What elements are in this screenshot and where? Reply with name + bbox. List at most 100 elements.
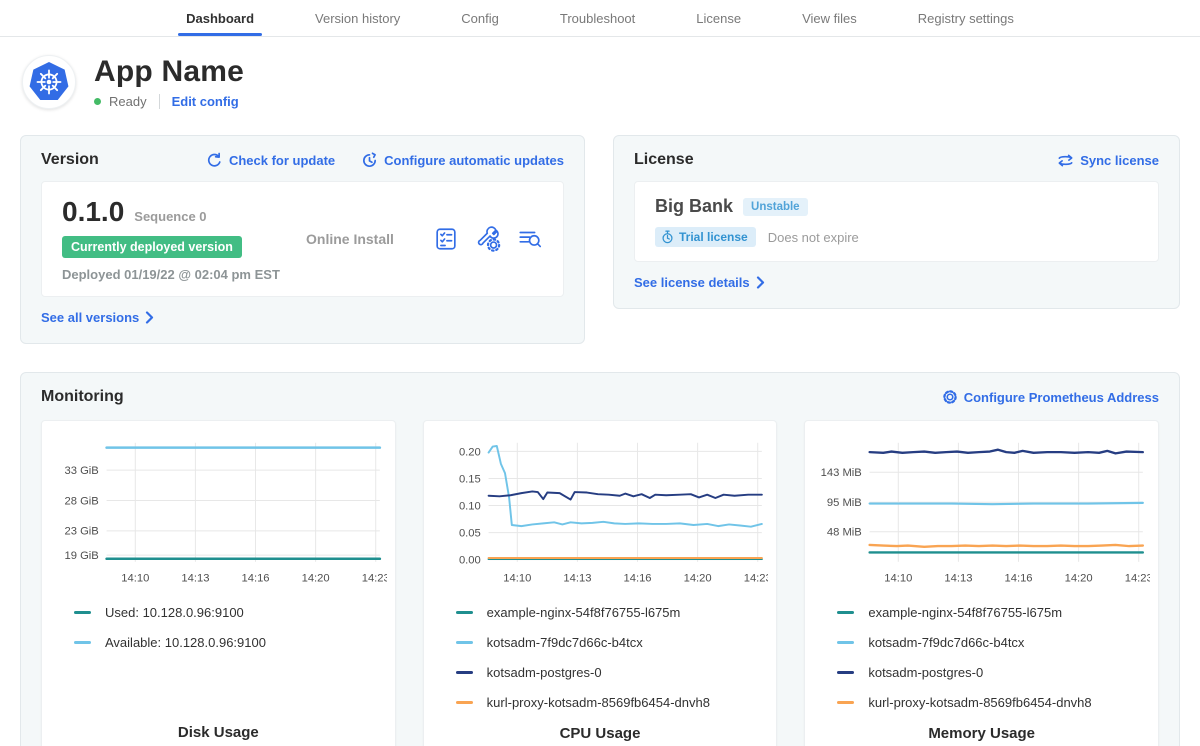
channel-badge: Unstable [743, 198, 808, 216]
svg-text:14:10: 14:10 [885, 572, 913, 584]
tab-view-files[interactable]: View files [800, 0, 859, 36]
svg-text:0.10: 0.10 [459, 500, 481, 512]
legend-label: example-nginx-54f8f76755-l675m [868, 605, 1062, 620]
svg-text:14:13: 14:13 [181, 572, 209, 584]
svg-text:0.00: 0.00 [459, 555, 481, 567]
svg-text:14:23: 14:23 [1125, 572, 1150, 584]
configure-wrench-icon[interactable] [475, 226, 501, 252]
sync-license-link[interactable]: Sync license [1057, 152, 1159, 169]
svg-text:14:10: 14:10 [503, 572, 531, 584]
svg-text:0.05: 0.05 [459, 527, 481, 539]
kubernetes-logo-icon [22, 55, 76, 109]
legend-label: Used: 10.128.0.96:9100 [105, 605, 244, 620]
legend-color-dash [74, 611, 91, 614]
svg-text:14:16: 14:16 [623, 572, 651, 584]
legend-color-dash [456, 671, 473, 674]
refresh-icon [206, 152, 223, 169]
legend-item: kotsadm-postgres-0 [456, 665, 769, 680]
license-heading: License [634, 151, 694, 169]
tab-troubleshoot[interactable]: Troubleshoot [558, 0, 637, 36]
legend-label: example-nginx-54f8f76755-l675m [487, 605, 681, 620]
version-card: Version Check for update [20, 135, 585, 344]
legend-item: kurl-proxy-kotsadm-8569fb6454-dnvh8 [456, 695, 769, 710]
legend-item: kotsadm-7f9dc7d66c-b4tcx [837, 635, 1150, 650]
legend-color-dash [456, 701, 473, 704]
legend-label: kotsadm-postgres-0 [868, 665, 983, 680]
svg-text:14:16: 14:16 [1005, 572, 1033, 584]
app-title: App Name [94, 55, 244, 89]
see-license-details-link[interactable]: See license details [634, 275, 765, 290]
tab-config[interactable]: Config [459, 0, 501, 36]
legend-item: Used: 10.128.0.96:9100 [74, 605, 387, 620]
svg-text:14:20: 14:20 [1065, 572, 1093, 584]
dashboard-main: App Name Ready Edit config Version [0, 37, 1200, 746]
edit-config-link[interactable]: Edit config [172, 94, 239, 109]
tab-license[interactable]: License [694, 0, 743, 36]
svg-text:14:20: 14:20 [302, 572, 330, 584]
legend-color-dash [837, 641, 854, 644]
divider [159, 94, 160, 109]
svg-text:95 MiB: 95 MiB [827, 497, 862, 509]
sync-arrows-icon [1057, 152, 1074, 169]
memory-usage-plot: 48 MiB95 MiB143 MiB14:1014:1314:1614:201… [813, 433, 1150, 595]
monitoring-heading: Monitoring [41, 388, 124, 406]
configure-prometheus-link[interactable]: Configure Prometheus Address [942, 389, 1159, 405]
configure-automatic-updates-link[interactable]: Configure automatic updates [361, 152, 564, 169]
svg-text:28 GiB: 28 GiB [64, 495, 98, 507]
legend-item: example-nginx-54f8f76755-l675m [837, 605, 1150, 620]
legend-label: kurl-proxy-kotsadm-8569fb6454-dnvh8 [487, 695, 710, 710]
app-header: App Name Ready Edit config [20, 55, 1180, 109]
ready-status-dot [94, 98, 101, 105]
svg-text:14:23: 14:23 [743, 572, 768, 584]
svg-text:0.15: 0.15 [459, 473, 481, 485]
legend-color-dash [837, 701, 854, 704]
clock-refresh-icon [361, 152, 378, 169]
deploy-logs-icon[interactable] [517, 226, 543, 252]
legend-label: kotsadm-7f9dc7d66c-b4tcx [487, 635, 643, 650]
top-nav: Dashboard Version history Config Troublesho… [0, 0, 1200, 37]
tab-dashboard[interactable]: Dashboard [184, 0, 256, 36]
legend-item: Available: 10.128.0.96:9100 [74, 635, 387, 650]
chevron-right-icon [145, 311, 154, 324]
legend-label: kurl-proxy-kotsadm-8569fb6454-dnvh8 [868, 695, 1091, 710]
legend-item: example-nginx-54f8f76755-l675m [456, 605, 769, 620]
check-for-update-link[interactable]: Check for update [206, 152, 335, 169]
legend-label: Available: 10.128.0.96:9100 [105, 635, 266, 650]
memory-usage-legend: example-nginx-54f8f76755-l675m kotsadm-7f… [837, 605, 1150, 725]
deployed-badge: Currently deployed version [62, 236, 242, 258]
legend-item: kotsadm-7f9dc7d66c-b4tcx [456, 635, 769, 650]
tab-version-history[interactable]: Version history [313, 0, 402, 36]
chart-card-memory-usage: 48 MiB95 MiB143 MiB14:1014:1314:1614:201… [804, 420, 1159, 746]
app-status-text: Ready [109, 94, 147, 109]
legend-item: kurl-proxy-kotsadm-8569fb6454-dnvh8 [837, 695, 1150, 710]
svg-text:14:23: 14:23 [362, 572, 387, 584]
cpu-usage-plot: 0.000.050.100.150.2014:1014:1314:1614:20… [432, 433, 769, 595]
memory-usage-title: Memory Usage [813, 725, 1150, 746]
legend-item: kotsadm-postgres-0 [837, 665, 1150, 680]
legend-label: kotsadm-postgres-0 [487, 665, 602, 680]
disk-usage-legend: Used: 10.128.0.96:9100 Available: 10.128.… [74, 605, 387, 724]
expiry-text: Does not expire [768, 230, 859, 245]
legend-color-dash [837, 671, 854, 674]
see-all-versions-link[interactable]: See all versions [41, 310, 154, 325]
legend-color-dash [456, 641, 473, 644]
svg-text:14:13: 14:13 [945, 572, 973, 584]
chart-card-cpu-usage: 0.000.050.100.150.2014:1014:1314:1614:20… [423, 420, 778, 746]
svg-text:48 MiB: 48 MiB [827, 527, 862, 539]
tab-registry-settings[interactable]: Registry settings [916, 0, 1016, 36]
svg-text:14:10: 14:10 [121, 572, 149, 584]
svg-text:14:16: 14:16 [241, 572, 269, 584]
license-box: Big Bank Unstable Trial license [634, 181, 1159, 262]
trial-license-badge: Trial license [655, 227, 756, 247]
preflight-checklist-icon[interactable] [433, 226, 459, 252]
stopwatch-icon [661, 230, 674, 244]
install-type-label: Online Install [292, 231, 433, 247]
summary-cards-row: Version Check for update [20, 135, 1180, 344]
version-number: 0.1.0 [62, 196, 124, 228]
sequence-label: Sequence 0 [134, 209, 206, 224]
disk-usage-title: Disk Usage [50, 724, 387, 746]
svg-text:14:13: 14:13 [563, 572, 591, 584]
chevron-right-icon [756, 276, 765, 289]
customer-name: Big Bank [655, 196, 733, 217]
license-card: License Sync license Big Bank Unstable [613, 135, 1180, 309]
